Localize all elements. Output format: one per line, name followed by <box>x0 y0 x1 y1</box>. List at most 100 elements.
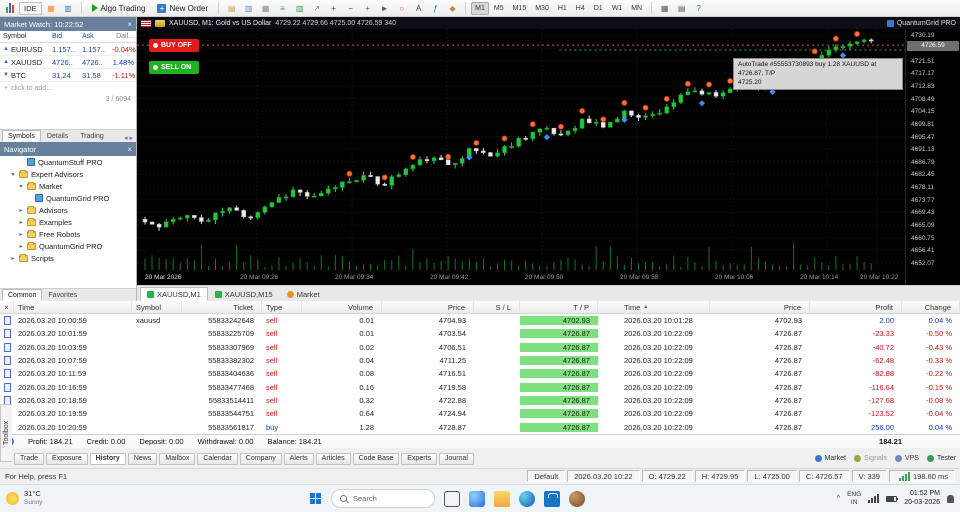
history-row[interactable]: 2026.03.20 10:11:59 55833404636 sell 0.08 47… <box>0 367 960 380</box>
timeframe-h4[interactable]: H4 <box>572 2 589 15</box>
navigator-item[interactable]: ▸ Free Robots <box>0 228 136 240</box>
history-row[interactable]: 2026.03.20 10:19:59 55833544751 sell 0.64 47… <box>0 407 960 420</box>
history-row[interactable]: 2026.03.20 10:07:59 55833382302 sell 0.04 47… <box>0 354 960 367</box>
timeframe-mn[interactable]: MN <box>627 2 646 15</box>
chart-plot[interactable]: BUY OFF SELL ON AutoTrade #55553730893 b… <box>137 29 905 271</box>
timeframe-m1[interactable]: M1 <box>471 1 489 15</box>
battery-icon[interactable] <box>886 495 899 502</box>
navigator-item[interactable]: ▸ Advisors <box>0 204 136 216</box>
history-row[interactable]: 2026.03.20 10:03:59 55833307969 sell 0.02 47… <box>0 341 960 354</box>
wifi-icon[interactable] <box>868 494 880 503</box>
layers-icon[interactable]: ▦ <box>44 2 59 15</box>
history-col-type[interactable]: Type <box>262 301 302 313</box>
history-row[interactable]: 2026.03.20 10:18:59 55833514411 sell 0.32 47… <box>0 394 960 407</box>
collapse-icon[interactable]: ▾ <box>10 171 16 178</box>
start-button[interactable] <box>310 492 322 505</box>
toolbox-tab-news[interactable]: News <box>127 452 158 465</box>
ide-button[interactable]: IDE <box>19 1 42 15</box>
history-col-sl[interactable]: S / L <box>474 301 520 313</box>
navigator-item[interactable]: ▸ QuantumGrid PRO <box>0 240 136 252</box>
weather-widget[interactable]: 31°C Sunny <box>6 490 42 506</box>
navigator-item[interactable]: QuantumStuff PRO <box>0 156 136 168</box>
toolbox-tab-exposure[interactable]: Exposure <box>46 452 88 465</box>
toolbox-tab-articles[interactable]: Articles <box>315 452 351 465</box>
expand-icon[interactable]: ▸ <box>18 219 24 226</box>
history-row[interactable]: 2026.03.20 10:16:59 55833477468 sell 0.16 47… <box>0 380 960 393</box>
tab-details[interactable]: Details <box>41 130 74 142</box>
edge-icon[interactable] <box>519 490 535 507</box>
ea-attached-tag[interactable]: QuantumGrid PRO <box>886 19 956 27</box>
tab-common[interactable]: Common <box>2 289 43 301</box>
history-row[interactable]: 2026.03.20 10:01:59 55833225709 sell 0.01 47… <box>0 327 960 340</box>
app-icon[interactable] <box>569 490 585 507</box>
vps-button[interactable]: VPS <box>894 455 919 462</box>
history-col-tp[interactable]: T / P <box>520 301 598 313</box>
tab-trading[interactable]: Trading <box>74 130 109 142</box>
navigator-item[interactable]: ▾ Market <box>0 180 136 192</box>
tab-symbols[interactable]: Symbols <box>2 130 41 142</box>
bar-chart-icon[interactable]: ▥ <box>292 2 307 15</box>
toolbox-tab-company[interactable]: Company <box>239 452 282 465</box>
navigator-item[interactable]: QuantumGrid PRO <box>0 192 136 204</box>
search-input[interactable]: Search <box>331 489 435 508</box>
timeframe-h1[interactable]: H1 <box>554 2 571 15</box>
history-row[interactable]: 2026.03.20 10:20:59 55833561817 buy 1.28 472… <box>0 420 960 433</box>
toolbox-tab-calendar[interactable]: Calendar <box>197 452 238 465</box>
tab-favorites[interactable]: Favorites <box>42 289 83 301</box>
expand-icon[interactable]: ▸ <box>18 231 24 238</box>
navigator-item[interactable]: ▸ Examples <box>0 216 136 228</box>
fullscreen-icon[interactable]: ▦ <box>258 2 273 15</box>
market-button[interactable]: Market <box>814 455 846 462</box>
line-chart-icon[interactable]: ↗ <box>309 2 324 15</box>
price-axis[interactable]: 4730.194725.854721.514717.174712.834708.… <box>905 29 960 285</box>
toolbox-tab-history[interactable]: History <box>89 452 126 465</box>
close-panel-icon[interactable]: × <box>0 301 14 313</box>
chart-tab-xauusd-m15[interactable]: XAUUSD,M15 <box>208 287 280 301</box>
task-view-icon[interactable] <box>444 490 460 507</box>
close-navigator-icon[interactable]: × <box>127 145 132 154</box>
chart-icon[interactable]: ▥ <box>61 2 76 15</box>
shapes-icon[interactable]: ○ <box>394 2 409 15</box>
expand-icon[interactable]: ▸ <box>18 243 24 250</box>
store-icon[interactable] <box>544 490 560 507</box>
file-explorer-icon[interactable] <box>494 490 510 507</box>
buy-off-button[interactable]: BUY OFF <box>149 39 199 52</box>
algo-trading-button[interactable]: Algo Trading <box>87 1 151 15</box>
col-ask[interactable]: Ask <box>82 33 112 40</box>
timeframe-m30[interactable]: M30 <box>531 2 553 15</box>
toolbox-vertical-tab[interactable]: Toolbox <box>0 404 12 462</box>
indicators-icon[interactable]: ƒ <box>428 2 443 15</box>
help-icon[interactable]: ? <box>691 2 706 15</box>
history-col-ticket[interactable]: Ticket <box>182 301 262 313</box>
windows-icon[interactable]: ▦ <box>657 2 672 15</box>
navigator-item[interactable]: ▸ Scripts <box>0 252 136 264</box>
history-col-price[interactable]: Price <box>710 301 810 313</box>
copilot-icon[interactable] <box>469 490 485 507</box>
timeframe-w1[interactable]: W1 <box>608 2 627 15</box>
signals-button[interactable]: Signals <box>853 455 887 462</box>
text-icon[interactable]: A <box>411 2 426 15</box>
history-col-time[interactable]: Time ▲ <box>598 301 710 313</box>
sell-on-button[interactable]: SELL ON <box>149 61 199 74</box>
history-col-symbol[interactable]: Symbol <box>132 301 182 313</box>
toolbox-tab-alerts[interactable]: Alerts <box>283 452 314 465</box>
time-axis[interactable]: 20 Mar 2026 20 Mar 09:26 20 Mar 09:34 20 Ma… <box>137 271 905 285</box>
language-switcher[interactable]: ENG IN <box>847 491 861 505</box>
tab-scroll-arrows[interactable]: ◂ ▸ <box>124 134 136 142</box>
open-folder-icon[interactable]: ▤ <box>224 2 239 15</box>
expand-icon[interactable]: ▸ <box>18 207 24 214</box>
connection-status[interactable]: 198.60 ms <box>888 470 955 482</box>
col-bid[interactable]: Bid <box>52 33 82 40</box>
crosshair-icon[interactable]: + <box>360 2 375 15</box>
zoom-in-icon[interactable]: + <box>326 2 341 15</box>
history-col-volume[interactable]: Volume <box>302 301 382 313</box>
collapse-icon[interactable]: ▾ <box>18 183 24 190</box>
objects-icon[interactable]: ◆ <box>445 2 460 15</box>
chart-tab-market[interactable]: Market <box>280 287 327 301</box>
history-col-time[interactable]: Time <box>14 301 132 313</box>
profiles-icon[interactable]: ▥ <box>241 2 256 15</box>
toolbox-tab-mailbox[interactable]: Mailbox <box>159 452 196 465</box>
timeframe-m15[interactable]: M15 <box>509 2 531 15</box>
history-col-change[interactable]: Change <box>902 301 960 313</box>
new-order-button[interactable]: + New Order <box>152 1 213 15</box>
